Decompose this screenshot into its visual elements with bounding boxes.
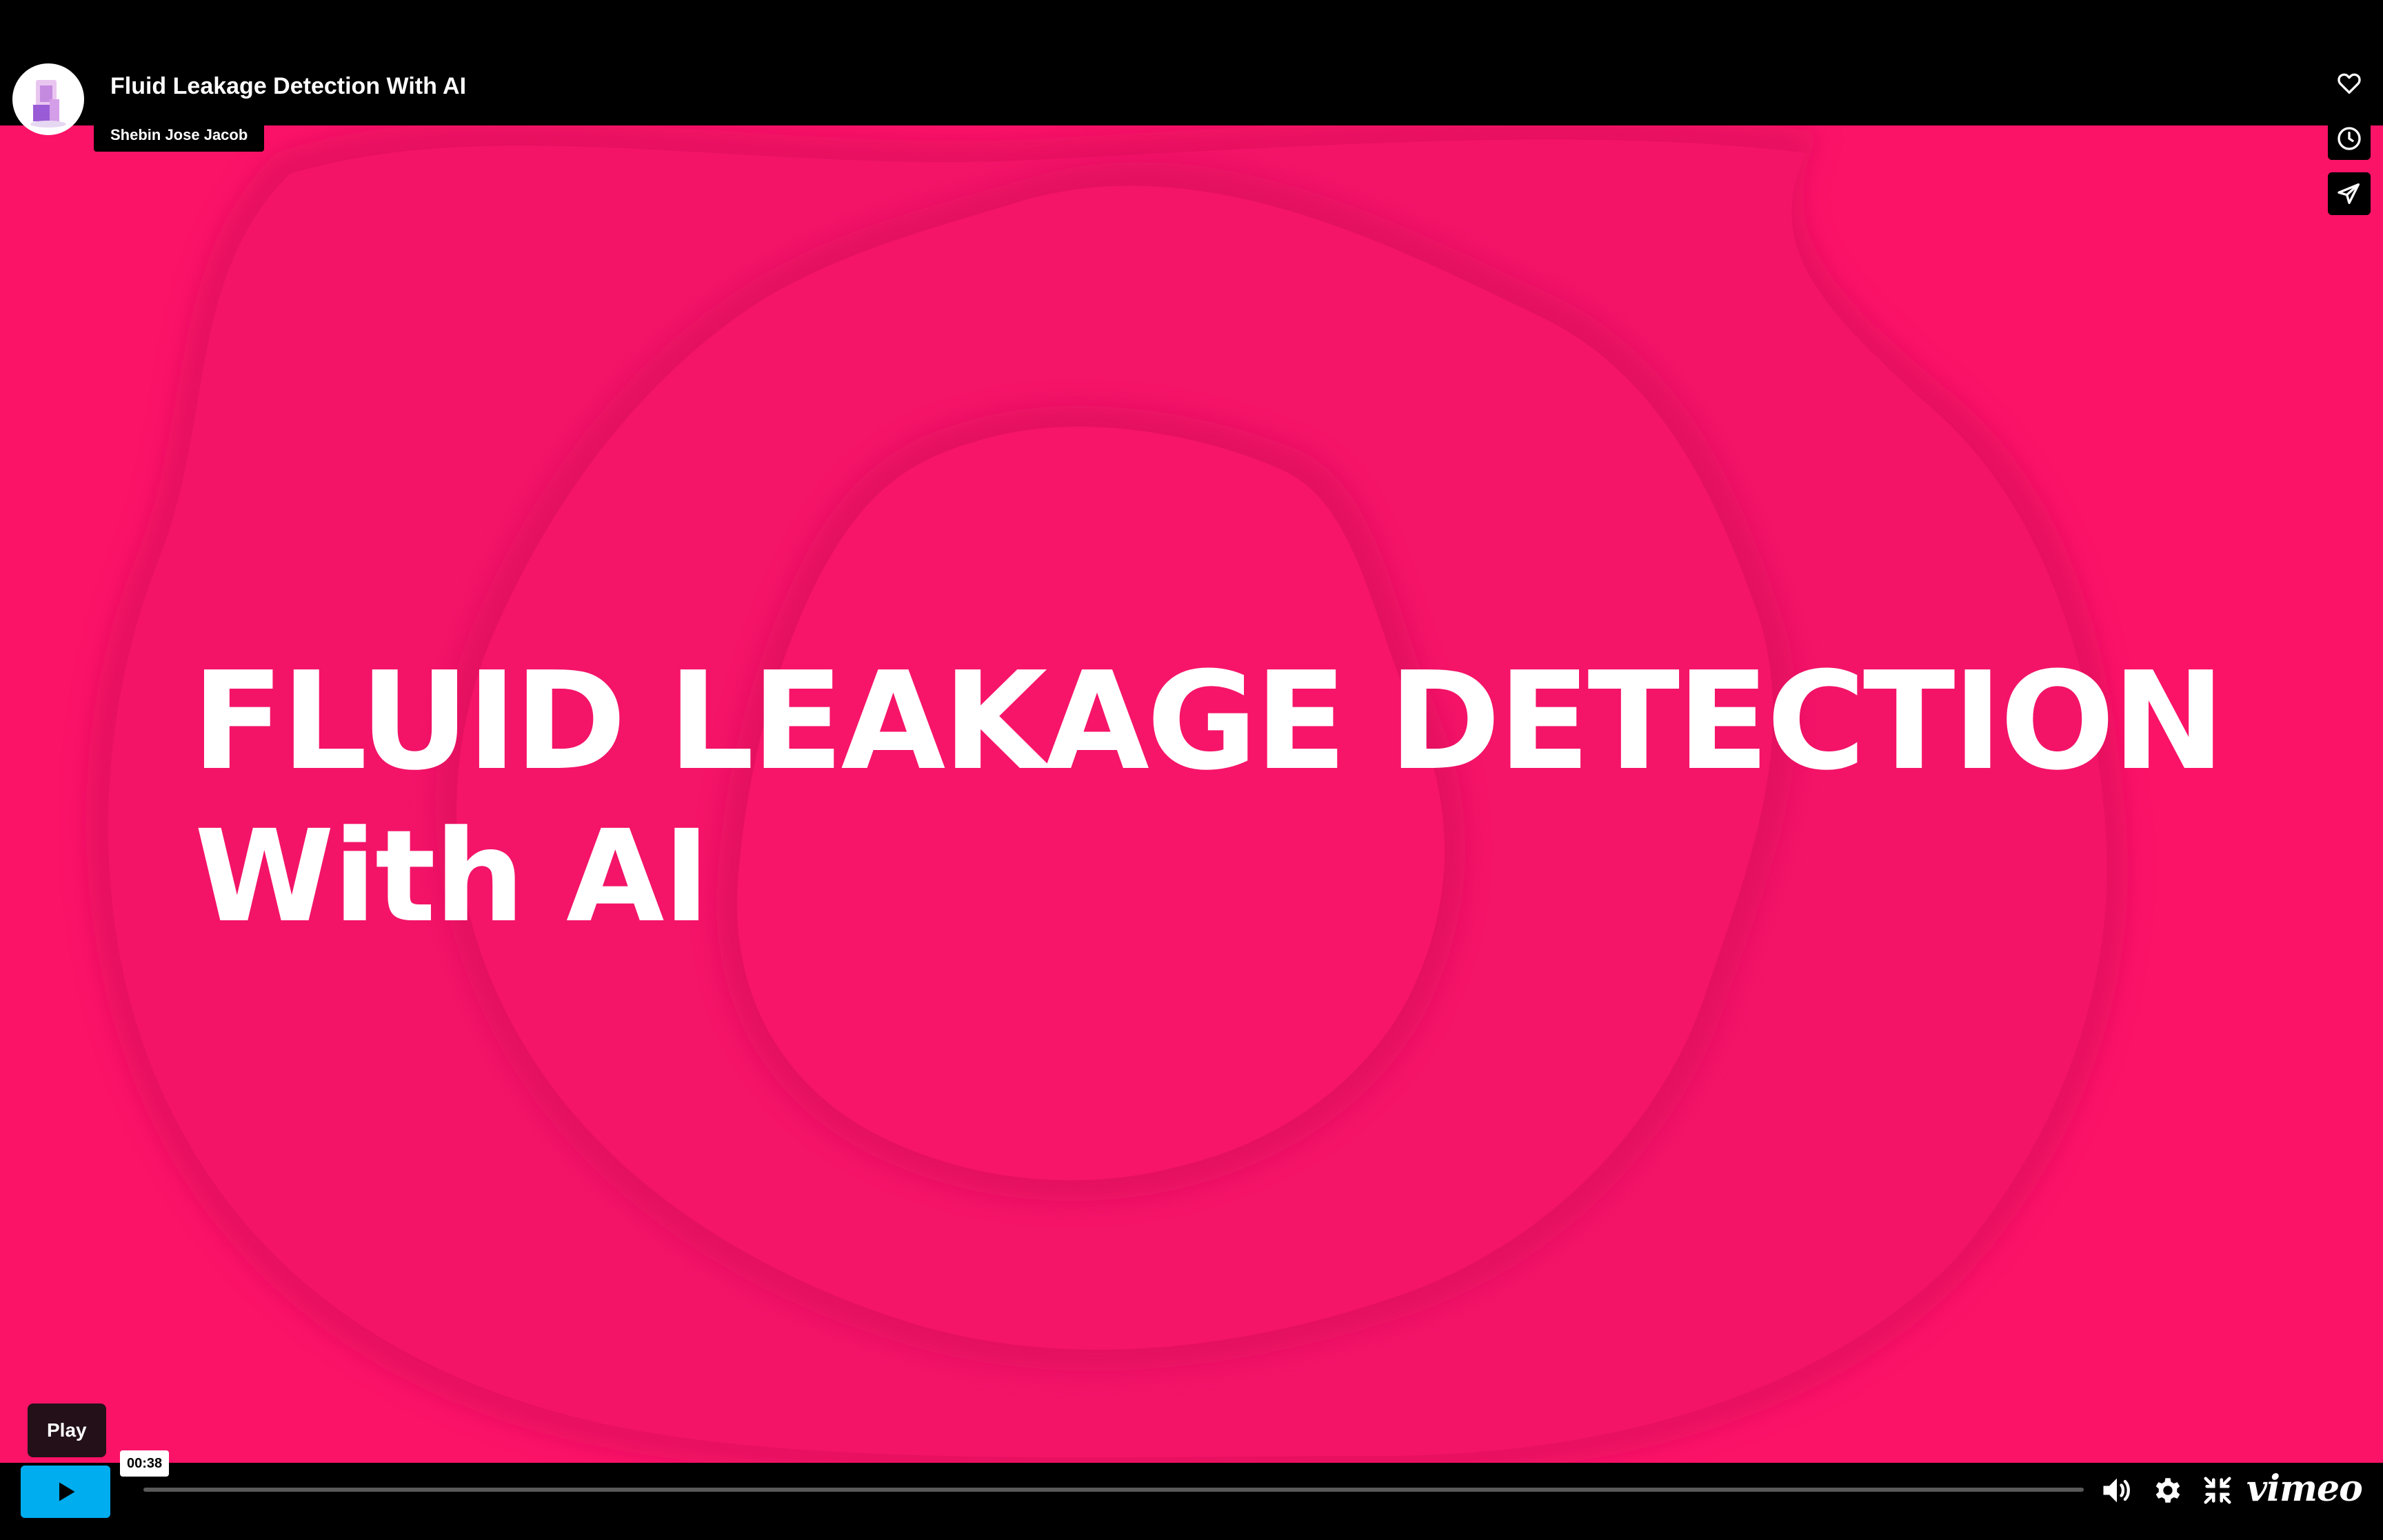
avatar-illustration (15, 66, 81, 132)
video-frame[interactable]: FLUID LEAKAGE DETECTION With AI (0, 125, 2383, 1463)
paper-plane-icon (2337, 183, 2360, 204)
slide-subheading: With AI (194, 803, 710, 951)
fullscreen-exit-icon (2204, 1477, 2231, 1504)
video-player: Fluid Leakage Detection With AI Shebin J… (0, 0, 2383, 1540)
fullscreen-button[interactable] (2198, 1471, 2237, 1510)
author-avatar[interactable] (12, 63, 84, 135)
volume-button[interactable] (2098, 1471, 2136, 1510)
title-bar (0, 0, 2383, 125)
progress-bar[interactable] (143, 1488, 2084, 1492)
share-button[interactable] (2328, 172, 2371, 215)
settings-button[interactable] (2149, 1471, 2187, 1510)
play-tooltip: Play (28, 1404, 106, 1457)
like-button[interactable] (2328, 62, 2371, 105)
slide-heading: FLUID LEAKAGE DETECTION (192, 643, 2225, 800)
play-icon (59, 1482, 75, 1501)
video-title[interactable]: Fluid Leakage Detection With AI (110, 69, 466, 103)
author-name[interactable]: Shebin Jose Jacob (94, 119, 265, 152)
vimeo-logo[interactable]: vimeo (2246, 1467, 2363, 1511)
control-bar (0, 1463, 2383, 1540)
current-time: 00:38 (120, 1450, 170, 1477)
gear-icon (2155, 1478, 2180, 1503)
play-button[interactable] (21, 1466, 110, 1518)
heart-icon (2337, 73, 2361, 94)
clock-icon (2337, 127, 2361, 150)
watch-later-button[interactable] (2328, 117, 2371, 160)
volume-icon (2103, 1478, 2130, 1503)
